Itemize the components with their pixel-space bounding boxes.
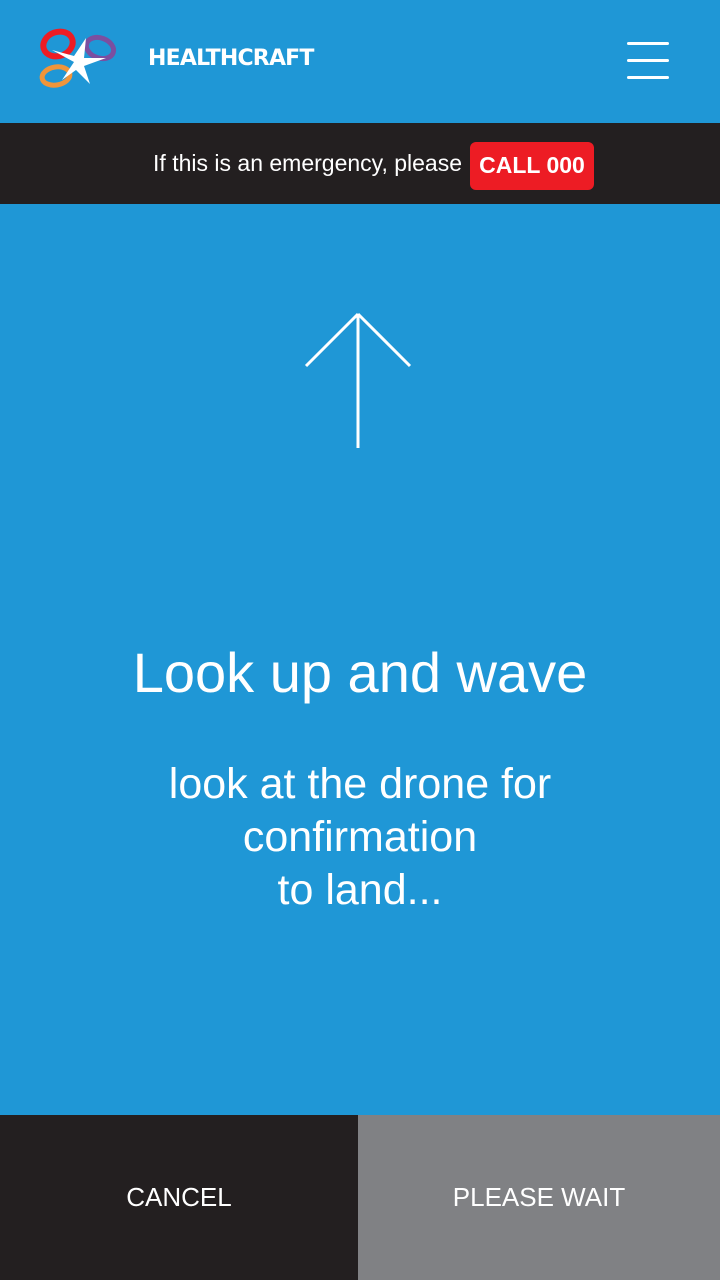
call-emergency-button[interactable]: CALL 000 <box>470 142 594 190</box>
instruction-line: confirmation <box>242 813 478 861</box>
arrow-up-icon <box>304 312 412 448</box>
hamburger-menu-icon <box>627 76 669 79</box>
hamburger-menu-icon <box>627 59 669 62</box>
hamburger-menu-button[interactable] <box>620 38 676 84</box>
app-screen: HEALTHCRAFT If this is an emergency, ple… <box>0 0 720 1280</box>
emergency-banner-text: If this is an emergency, please <box>153 150 462 176</box>
app-header: HEALTHCRAFT <box>0 0 720 123</box>
instruction-line: look at the drone for <box>168 760 552 808</box>
hamburger-menu-icon <box>627 42 669 45</box>
healthcraft-logo-icon <box>39 28 117 88</box>
instruction-text: look at the drone for confirmation to la… <box>0 758 720 917</box>
page-title: Look up and wave <box>132 641 588 704</box>
instruction-line: to land... <box>277 866 443 914</box>
cancel-button[interactable]: CANCEL <box>0 1115 358 1280</box>
emergency-banner: If this is an emergency, please CALL 000 <box>0 123 720 204</box>
please-wait-button[interactable]: PLEASE WAIT <box>358 1115 720 1280</box>
brand-name: HEALTHCRAFT <box>148 46 314 71</box>
